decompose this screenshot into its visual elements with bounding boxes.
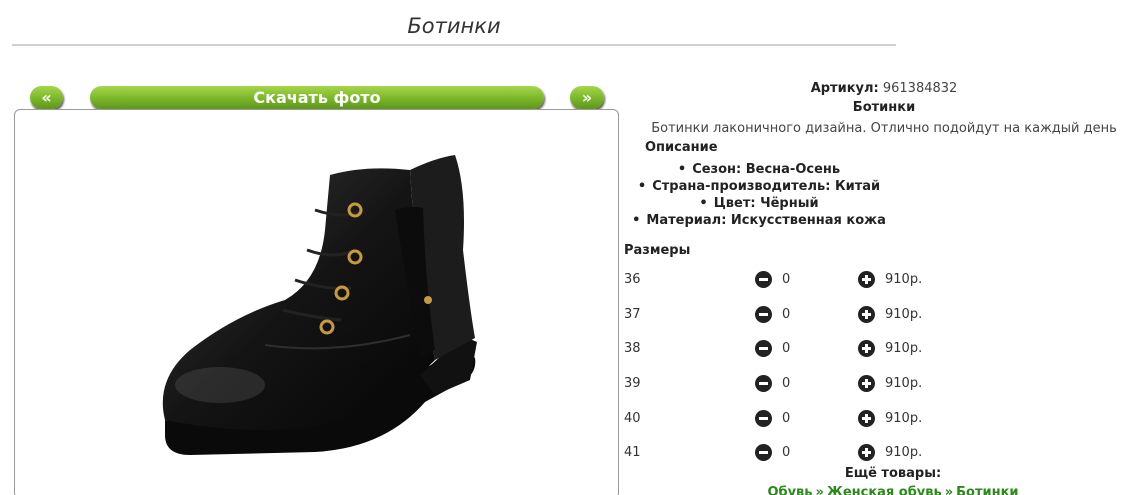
size-price: 910р. bbox=[885, 376, 923, 391]
breadcrumb-womens-shoes[interactable]: Женская обувь bbox=[827, 485, 942, 495]
product-name: Ботинки bbox=[852, 100, 916, 115]
property-material: Материал: Искусственная кожа bbox=[624, 212, 894, 229]
size-price: 910р. bbox=[885, 411, 923, 426]
plus-icon[interactable] bbox=[858, 375, 875, 392]
plus-icon[interactable] bbox=[858, 410, 875, 427]
product-photo bbox=[14, 109, 619, 495]
size-quantity: 0 bbox=[782, 376, 791, 391]
size-value: 39 bbox=[624, 376, 641, 391]
minus-icon[interactable] bbox=[755, 410, 772, 427]
breadcrumb-separator: » bbox=[815, 485, 824, 495]
size-value: 36 bbox=[624, 272, 641, 287]
size-price: 910р. bbox=[885, 445, 923, 460]
more-products-label: Ещё товары: bbox=[844, 466, 942, 481]
next-photo-button[interactable]: » bbox=[570, 86, 604, 109]
plus-icon[interactable] bbox=[858, 271, 875, 288]
minus-icon[interactable] bbox=[755, 444, 772, 461]
size-price: 910р. bbox=[885, 272, 923, 287]
property-country: Страна-производитель: Китай bbox=[624, 178, 894, 195]
article-line: Артикул: 961384832 bbox=[624, 81, 1130, 96]
article-value: 961384832 bbox=[882, 81, 958, 96]
product-short-description: Ботинки лаконичного дизайна. Отлично под… bbox=[651, 121, 1117, 136]
size-row: 36 0 910р. bbox=[624, 270, 1024, 290]
size-quantity: 0 bbox=[782, 272, 791, 287]
size-row: 41 0 910р. bbox=[624, 443, 1024, 463]
size-value: 37 bbox=[624, 307, 641, 322]
size-price: 910р. bbox=[885, 341, 923, 356]
breadcrumb-boots[interactable]: Ботинки bbox=[956, 485, 1018, 495]
size-row: 40 0 910р. bbox=[624, 409, 1024, 429]
breadcrumb-shoes[interactable]: Обувь bbox=[767, 485, 812, 495]
size-quantity: 0 bbox=[782, 411, 791, 426]
properties-list: Сезон: Весна-Осень Страна-производитель:… bbox=[624, 161, 1130, 229]
property-season: Сезон: Весна-Осень bbox=[624, 161, 894, 178]
download-photo-button[interactable]: Скачать фото bbox=[90, 86, 544, 109]
size-price: 910р. bbox=[885, 307, 923, 322]
size-row: 38 0 910р. bbox=[624, 339, 1024, 359]
breadcrumb: Обувь» Женская обувь» Ботинки bbox=[624, 485, 1130, 495]
size-value: 40 bbox=[624, 411, 641, 426]
size-row: 37 0 910р. bbox=[624, 305, 1024, 325]
size-value: 41 bbox=[624, 445, 641, 460]
size-row: 39 0 910р. bbox=[624, 374, 1024, 394]
plus-icon[interactable] bbox=[858, 444, 875, 461]
minus-icon[interactable] bbox=[755, 271, 772, 288]
sizes-heading: Размеры bbox=[624, 243, 691, 258]
boot-image bbox=[162, 155, 477, 455]
minus-icon[interactable] bbox=[755, 375, 772, 392]
size-quantity: 0 bbox=[782, 307, 791, 322]
property-color: Цвет: Чёрный bbox=[624, 195, 894, 212]
minus-icon[interactable] bbox=[755, 306, 772, 323]
prev-photo-button[interactable]: « bbox=[30, 86, 63, 109]
plus-icon[interactable] bbox=[858, 340, 875, 357]
title-divider bbox=[12, 44, 896, 46]
size-quantity: 0 bbox=[782, 445, 791, 460]
breadcrumb-separator: » bbox=[944, 485, 954, 495]
page-title: Ботинки bbox=[407, 14, 501, 38]
size-value: 38 bbox=[624, 341, 641, 356]
plus-icon[interactable] bbox=[858, 306, 875, 323]
article-label: Артикул: bbox=[810, 81, 879, 96]
size-quantity: 0 bbox=[782, 341, 791, 356]
minus-icon[interactable] bbox=[755, 340, 772, 357]
description-heading: Описание bbox=[645, 140, 718, 155]
